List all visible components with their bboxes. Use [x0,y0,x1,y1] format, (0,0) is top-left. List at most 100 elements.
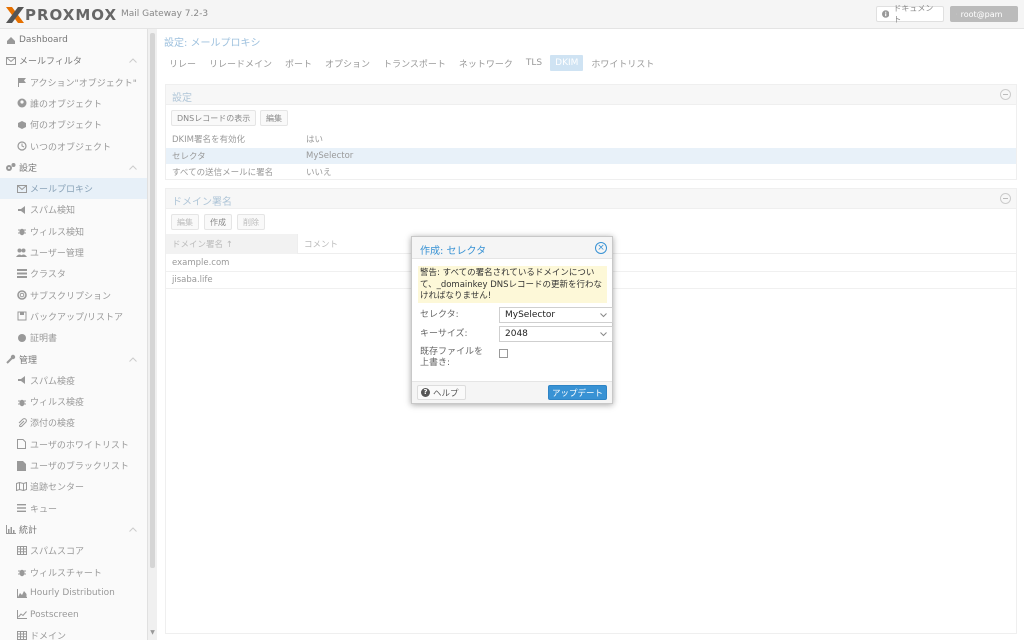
chevron-up-icon[interactable] [129,355,137,365]
bug-icon [16,567,27,578]
sidebar-item[interactable]: 何のオブジェクト [0,114,147,135]
sidebar-item-label: スパム検知 [30,206,76,217]
sidebar-item[interactable]: ウィルス検疫 [0,391,147,412]
delete-domain-button[interactable]: 削除 [237,214,265,230]
documentation-button[interactable]: ドキュメント [876,4,944,24]
edit-domain-button[interactable]: 編集 [171,214,199,230]
sidebar-item[interactable]: ドメイン [0,625,147,640]
certificate-icon [16,332,27,343]
domain-panel-header: ドメイン署名 [166,189,1016,209]
tab-dkim[interactable]: DKIM [550,55,584,71]
tab-bar: リレー リレードメイン ポート オプション トランスポート ネットワーク TLS DKIM ホワ… [164,55,662,71]
keysize-label: キーサイズ: [420,328,468,339]
sidebar-item-label: スパム検疫 [30,376,76,387]
selector-value: MySelector [505,310,556,320]
sidebar-item-label: 追跡センター [30,483,85,494]
envelope-icon [5,55,16,66]
settings-row-enable[interactable]: DKIM署名を有効化 はい [166,131,1016,147]
sidebar-item[interactable]: ユーザのホワイトリスト [0,434,147,455]
sidebar-item[interactable]: ウィルス検知 [0,221,147,242]
sidebar-item[interactable]: メールプロキシ [0,178,147,200]
documentation-label: ドキュメント [893,4,934,24]
tab-ポート[interactable]: ポート [280,55,317,71]
sidebar-item[interactable]: 誰のオブジェクト [0,93,147,114]
sidebar-item[interactable]: バックアップ/リストア [0,306,147,327]
sidebar-item[interactable]: スパム検知 [0,199,147,220]
tab-ホワイトリスト[interactable]: ホワイトリスト [586,55,659,71]
dialog-header: 作成: セレクタ × [412,237,612,259]
settings-row-sign-all[interactable]: すべての送信メールに署名 いいえ [166,164,1016,180]
column-domain[interactable]: ドメイン署名 ↑ [166,234,298,254]
help-button[interactable]: ? ヘルプ [417,385,466,400]
tab-tls[interactable]: TLS [521,55,547,71]
user-icon [956,13,957,15]
sidebar-item[interactable]: いつのオブジェクト [0,136,147,157]
file-icon [16,439,27,450]
update-button[interactable]: アップデート [548,385,607,400]
users-icon [16,247,27,258]
sidebar-item[interactable]: スパム検疫 [0,370,147,391]
overwrite-checkbox[interactable] [499,349,508,358]
product-version: Mail Gateway 7.2-3 [121,9,209,19]
edit-settings-button[interactable]: 編集 [260,110,288,126]
sidebar-item[interactable]: 証明書 [0,327,147,348]
sidebar-item[interactable]: ウィルスチャート [0,562,147,583]
tab-ネットワーク[interactable]: ネットワーク [454,55,518,71]
sidebar-item[interactable]: Dashboard [0,29,147,50]
sidebar-item[interactable]: 添付の検疫 [0,412,147,433]
sidebar-item-label: ウィルス検疫 [30,398,85,409]
sidebar-item[interactable]: 管理 [0,349,147,370]
create-domain-button[interactable]: 作成 [204,214,232,230]
chevron-down-icon[interactable] [600,313,607,318]
bars-icon [16,503,27,514]
sidebar-item[interactable]: サブスクリプション [0,285,147,306]
tab-リレー[interactable]: リレー [164,55,201,71]
sidebar-item[interactable]: 統計 [0,519,147,540]
sidebar-item[interactable]: キュー [0,498,147,519]
sidebar-item[interactable]: ユーザのブラックリスト [0,455,147,476]
sidebar-item-label: 統計 [19,525,38,536]
scroll-down-arrow-icon[interactable]: ▼ [149,629,156,637]
sidebar-item[interactable]: アクション"オブジェクト" [0,72,147,93]
sidebar-item[interactable]: クラスタ [0,263,147,284]
chevron-up-icon[interactable] [129,163,137,173]
sidebar-item-label: バックアップ/リストア [30,312,124,323]
clock-icon [16,141,27,152]
tab-トランスポート[interactable]: トランスポート [378,55,451,71]
settings-row-selector[interactable]: セレクタ MySelector [166,148,1016,164]
sidebar-item-label: ウィルス検知 [30,227,85,238]
show-dns-record-button[interactable]: DNSレコードの表示 [171,110,257,126]
close-icon[interactable]: × [595,242,607,254]
chevron-up-icon[interactable] [129,525,137,535]
sidebar-item[interactable]: Postscreen [0,604,147,625]
sidebar-scroll-thumb[interactable] [150,33,155,568]
sidebar-item-label: 証明書 [30,334,58,345]
settings-key: すべての送信メールに署名 [172,168,274,178]
keysize-value: 2048 [505,329,528,339]
sidebar-item[interactable]: Hourly Distribution [0,583,147,604]
server-icon [16,268,27,279]
floppy-icon [16,311,27,322]
tab-オプション[interactable]: オプション [320,55,375,71]
selector-input[interactable]: MySelector [499,307,613,323]
sidebar-item-label: メールプロキシ [30,185,94,196]
chevron-down-icon[interactable] [600,332,607,337]
sidebar-item[interactable]: スパムスコア [0,540,147,561]
keysize-select[interactable]: 2048 [499,326,613,342]
sidebar-item[interactable]: ユーザー管理 [0,242,147,263]
sidebar-item-label: 添付の検疫 [30,419,76,430]
collapse-icon[interactable] [1000,193,1011,204]
sidebar-item-label: ウィルスチャート [30,568,102,579]
table-icon [16,630,27,640]
sidebar-item-label: キュー [30,504,58,515]
tab-リレードメイン[interactable]: リレードメイン [204,55,277,71]
sidebar-item[interactable]: 追跡センター [0,476,147,497]
user-menu-button[interactable]: root@pam [950,6,1018,22]
logo-text: PROXMOX [25,6,118,24]
sidebar-item[interactable]: 設定 [0,157,147,178]
selector-label: セレクタ: [420,309,459,320]
settings-panel-header: 設定 [166,85,1016,105]
collapse-icon[interactable] [1000,89,1011,100]
sidebar-item[interactable]: メールフィルタ [0,50,147,71]
chevron-up-icon[interactable] [129,56,137,66]
